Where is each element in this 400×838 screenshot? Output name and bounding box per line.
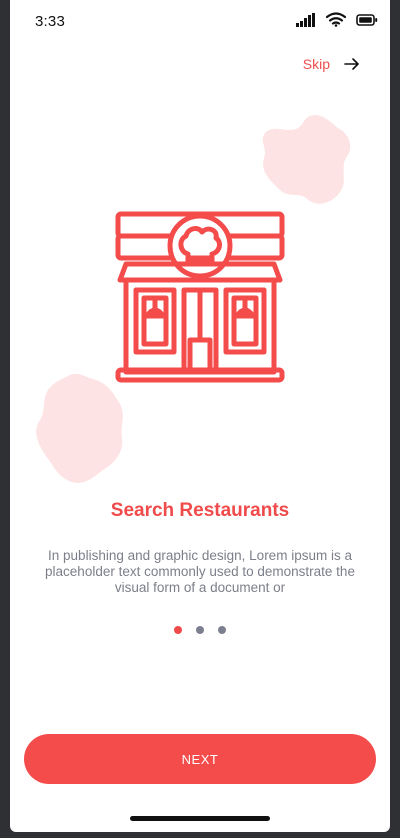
- arrow-right-icon: [344, 58, 359, 70]
- skip-button[interactable]: Skip: [303, 56, 360, 72]
- wifi-icon: [326, 12, 346, 27]
- home-indicator[interactable]: [130, 816, 270, 821]
- cellular-signal-icon: [296, 12, 315, 27]
- status-bar: 3:33: [10, 0, 390, 44]
- decorative-blob-bottom: [36, 373, 123, 483]
- status-icons: [296, 12, 378, 27]
- onboarding-screen: 3:33 Skip Search Restaurants In publishi…: [10, 0, 390, 832]
- onboarding-description: In publishing and graphic design, Lorem …: [45, 548, 355, 595]
- skip-label: Skip: [302, 56, 330, 72]
- onboarding-title: Search Restaurants: [110, 500, 290, 521]
- battery-icon: [356, 13, 378, 26]
- decorative-blob-top: [262, 115, 351, 204]
- page-dot[interactable]: [218, 626, 226, 634]
- restaurant-storefront-icon: [115, 211, 285, 383]
- next-button[interactable]: NEXT: [24, 734, 376, 784]
- status-time: 3:33: [35, 13, 65, 30]
- page-indicator: [10, 626, 390, 634]
- page-dot[interactable]: [196, 626, 204, 634]
- page-dot-active[interactable]: [174, 626, 182, 634]
